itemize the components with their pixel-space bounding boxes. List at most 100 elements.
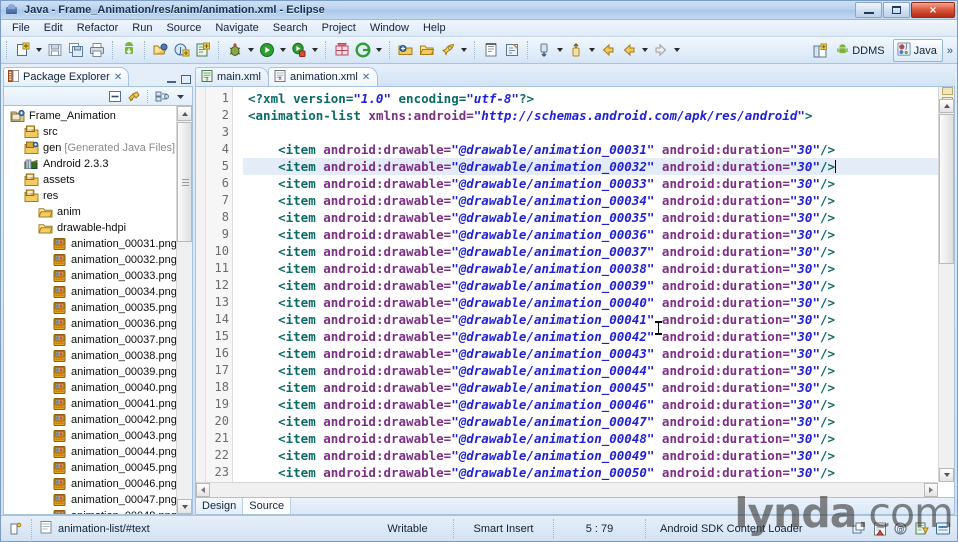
next-annotation-icon[interactable]: [565, 40, 586, 61]
menu-window[interactable]: Window: [363, 21, 416, 35]
tree-item[interactable]: animation_00047.png: [4, 492, 176, 508]
back-dropdown-arrow[interactable]: [639, 40, 650, 61]
code-line[interactable]: <item android:drawable="@drawable/animat…: [243, 430, 954, 447]
error-log-icon[interactable]: [871, 521, 888, 537]
code-line[interactable]: <item android:drawable="@drawable/animat…: [243, 192, 954, 209]
tree-item[interactable]: animation_00040.png: [4, 380, 176, 396]
menu-search[interactable]: Search: [266, 21, 315, 35]
perspective-java[interactable]: J Java: [892, 39, 943, 62]
next-annotation-dropdown-arrow[interactable]: [586, 40, 597, 61]
code-line[interactable]: <item android:drawable="@drawable/animat…: [243, 209, 954, 226]
run-icon[interactable]: [256, 40, 277, 61]
new-java-class-icon[interactable]: J: [171, 40, 192, 61]
open-perspective-button[interactable]: [809, 40, 830, 61]
menu-navigate[interactable]: Navigate: [208, 21, 265, 35]
menu-edit[interactable]: Edit: [37, 21, 70, 35]
android-virtual-device-manager-icon[interactable]: [352, 40, 373, 61]
code-line[interactable]: <item android:drawable="@drawable/animat…: [243, 345, 954, 362]
menu-source[interactable]: Source: [159, 21, 208, 35]
project-tree[interactable]: Frame_Animation src gen [Generated Java Fi…: [4, 106, 176, 514]
tree-item[interactable]: animation_00032.png: [4, 252, 176, 268]
run-dropdown-arrow[interactable]: [277, 40, 288, 61]
tree-item[interactable]: animation_00044.png: [4, 444, 176, 460]
minimize-button[interactable]: [855, 2, 882, 18]
tree-scroll-thumb[interactable]: [177, 122, 192, 242]
forward-icon[interactable]: [650, 40, 671, 61]
tree-item[interactable]: gen [Generated Java Files]: [4, 140, 176, 156]
new-wizard-dropdown-arrow[interactable]: [33, 40, 44, 61]
save-all-icon[interactable]: [65, 40, 86, 61]
menu-refactor[interactable]: Refactor: [70, 21, 126, 35]
deploy-dropdown-arrow[interactable]: [458, 40, 469, 61]
tab-source[interactable]: Source: [243, 498, 292, 514]
code-line[interactable]: <item android:drawable="@drawable/animat…: [243, 379, 954, 396]
tree-item[interactable]: src: [4, 124, 176, 140]
code-line[interactable]: <item android:drawable="@drawable/animat…: [243, 260, 954, 277]
new-android-xml-icon[interactable]: [192, 40, 213, 61]
code-line[interactable]: <item android:drawable="@drawable/animat…: [243, 464, 954, 481]
new-wizard-icon[interactable]: [12, 40, 33, 61]
code-line[interactable]: <item android:drawable="@drawable/animat…: [243, 175, 954, 192]
tab-main-xml[interactable]: a main.xml: [195, 67, 270, 86]
view-menu-filters-icon[interactable]: [153, 88, 170, 104]
new-android-project-icon[interactable]: [331, 40, 352, 61]
avd-dropdown-arrow[interactable]: [373, 40, 384, 61]
sdk-update-icon[interactable]: [913, 521, 930, 537]
code-line[interactable]: <animation-list xmlns:android="http://sc…: [243, 107, 954, 124]
close-icon[interactable]: ✕: [362, 72, 370, 83]
export-android-icon[interactable]: [118, 40, 139, 61]
save-icon[interactable]: [44, 40, 65, 61]
link-with-editor-icon[interactable]: [125, 88, 142, 104]
view-menu-chevron-icon[interactable]: [172, 88, 189, 104]
debug-icon[interactable]: [224, 40, 245, 61]
close-button[interactable]: ×: [911, 2, 955, 18]
forward-back-icon[interactable]: [618, 40, 639, 61]
overview-marker-top[interactable]: [942, 87, 953, 95]
tree-item[interactable]: animation_00045.png: [4, 460, 176, 476]
console-icon[interactable]: [934, 521, 951, 537]
code-line[interactable]: <item android:drawable="@drawable/animat…: [243, 158, 954, 175]
perspective-ddms[interactable]: DDMS: [832, 39, 890, 62]
tree-item[interactable]: animation_00031.png: [4, 236, 176, 252]
code-line[interactable]: <item android:drawable="@drawable/animat…: [243, 362, 954, 379]
maximize-button[interactable]: [883, 2, 910, 18]
external-tools-dropdown-arrow[interactable]: [309, 40, 320, 61]
back-icon[interactable]: [597, 40, 618, 61]
maximize-view-icon[interactable]: [181, 75, 191, 84]
tree-item[interactable]: animation_00036.png: [4, 316, 176, 332]
print-icon[interactable]: [86, 40, 107, 61]
code-text[interactable]: <?xml version="1.0" encoding="utf-8"?> <a…: [243, 87, 954, 497]
scroll-up-arrow[interactable]: [177, 106, 192, 121]
editor-scroll-down-arrow[interactable]: [939, 468, 954, 482]
menu-project[interactable]: Project: [315, 21, 363, 35]
tree-item[interactable]: res: [4, 188, 176, 204]
tree-item[interactable]: animation_00035.png: [4, 300, 176, 316]
deploy-icon[interactable]: [437, 40, 458, 61]
collapse-all-icon[interactable]: [106, 88, 123, 104]
code-line[interactable]: <item android:drawable="@drawable/animat…: [243, 447, 954, 464]
forward-dropdown-arrow[interactable]: [671, 40, 682, 61]
tree-item[interactable]: Android 2.3.3: [4, 156, 176, 172]
restore-icon[interactable]: [850, 521, 867, 537]
code-line[interactable]: <item android:drawable="@drawable/animat…: [243, 328, 954, 345]
close-icon[interactable]: ✕: [114, 72, 122, 83]
code-line[interactable]: <item android:drawable="@drawable/animat…: [243, 243, 954, 260]
tree-item[interactable]: animation_00039.png: [4, 364, 176, 380]
annotation-ruler[interactable]: [196, 87, 206, 497]
editor-horizontal-scrollbar[interactable]: [196, 482, 938, 497]
menu-file[interactable]: File: [5, 21, 37, 35]
folding-ruler[interactable]: [233, 87, 243, 497]
scroll-down-arrow[interactable]: [177, 499, 192, 514]
tab-design[interactable]: Design: [196, 498, 244, 514]
toggle-mark-occurrences-icon[interactable]: [480, 40, 501, 61]
open-folder-icon[interactable]: [416, 40, 437, 61]
code-line[interactable]: <item android:drawable="@drawable/animat…: [243, 226, 954, 243]
editor-scroll-up-arrow[interactable]: [939, 99, 954, 113]
email-notification-icon[interactable]: @: [892, 521, 909, 537]
tree-item[interactable]: animation_00038.png: [4, 348, 176, 364]
open-perspective-icon[interactable]: [395, 40, 416, 61]
tree-item[interactable]: animation_00033.png: [4, 268, 176, 284]
editor-vertical-scrollbar[interactable]: [938, 87, 954, 482]
tree-item[interactable]: Frame_Animation: [4, 108, 176, 124]
tree-item[interactable]: anim: [4, 204, 176, 220]
